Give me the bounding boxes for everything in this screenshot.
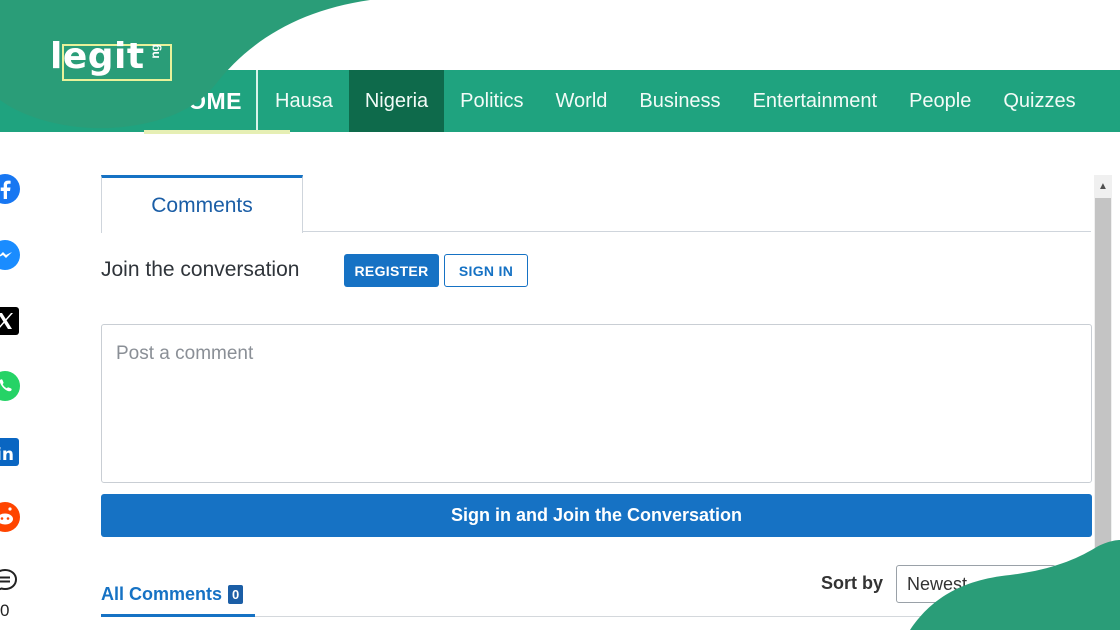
svg-text:in: in [0,445,14,465]
tab-all-comments[interactable]: All Comments 0 [101,584,244,605]
nav-item-entertainment[interactable]: Entertainment [737,70,894,132]
register-button[interactable]: REGISTER [344,254,439,287]
all-comments-label: All Comments [101,584,223,604]
comment-placeholder: Post a comment [116,343,254,364]
linkedin-icon[interactable]: in [0,435,22,469]
nav-item-politics[interactable]: Politics [444,70,539,132]
x-icon[interactable] [0,304,22,338]
facebook-icon[interactable] [0,172,22,206]
join-conversation-text: Join the conversation [101,258,300,281]
nav-item-business[interactable]: Business [623,70,736,132]
nav-item-people[interactable]: People [893,70,987,132]
messenger-icon[interactable] [0,238,22,272]
comment-icon[interactable] [0,564,22,598]
site-logo[interactable]: legit [50,36,145,77]
all-comments-underline [101,614,255,617]
nav-items: Hausa Nigeria Politics World Business En… [259,70,1092,132]
sign-in-join-button[interactable]: Sign in and Join the Conversation [101,494,1092,537]
nav-home-underline [144,130,290,134]
sort-by-label: Sort by [821,573,884,593]
nav-item-quizzes[interactable]: Quizzes [987,70,1091,132]
whatsapp-icon[interactable] [0,369,22,403]
logo-suffix: ng [148,44,162,59]
reddit-icon[interactable] [0,500,22,534]
scroll-up-arrow-icon[interactable]: ▲ [1094,176,1112,196]
all-comments-count-badge: 0 [228,585,244,604]
comment-input[interactable]: Post a comment [101,324,1092,483]
tab-comments[interactable]: Comments [101,175,303,233]
brand-blob-decoration-bottom [910,540,1120,630]
sign-in-button[interactable]: SIGN IN [444,254,528,287]
comment-count: 0 [0,601,10,620]
nav-item-world[interactable]: World [540,70,624,132]
